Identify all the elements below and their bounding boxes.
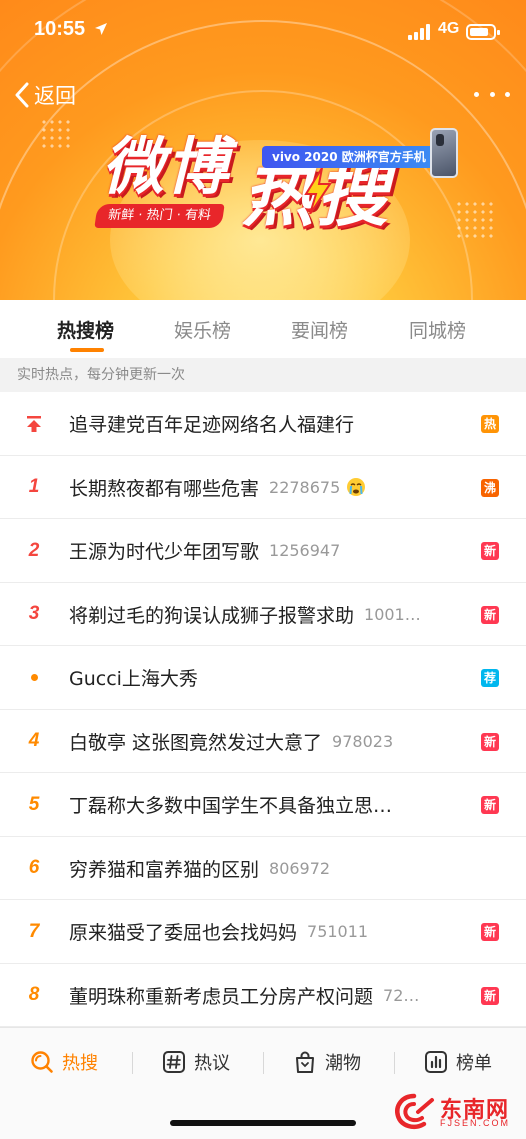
search-icon bbox=[31, 1051, 53, 1073]
tab-local[interactable]: 同城榜 bbox=[409, 316, 466, 343]
list-item[interactable]: 7 原来猫受了委屈也会找妈妈 751011 新 bbox=[0, 900, 526, 964]
item-title: 王源为时代少年团写歌 bbox=[69, 541, 260, 563]
bottom-tab-label: 热搜 bbox=[62, 1053, 98, 1074]
list-item[interactable]: 5 丁磊称大多数中国学生不具备独立思… 新 bbox=[0, 773, 526, 837]
list-item[interactable]: Gucci上海大秀 荐 bbox=[0, 646, 526, 710]
bottom-tab-rankings[interactable]: 榜单 bbox=[424, 1048, 492, 1076]
item-count: 72… bbox=[383, 985, 420, 1005]
divider bbox=[132, 1052, 133, 1074]
status-bar: 10:55 4G bbox=[0, 18, 526, 48]
hot-badge: 热 bbox=[481, 415, 499, 433]
active-tab-indicator bbox=[70, 348, 104, 352]
item-title: 追寻建党百年足迹网络名人福建行 bbox=[69, 414, 355, 436]
item-count: 1001… bbox=[364, 604, 421, 624]
banner-dot-pattern bbox=[40, 118, 72, 150]
recommend-dot-icon bbox=[30, 674, 38, 681]
list-item[interactable]: 3 将剃过毛的狗误认成狮子报警求助 1001… 新 bbox=[0, 583, 526, 646]
list-item[interactable]: 追寻建党百年足迹网络名人福建行 热 bbox=[0, 392, 526, 456]
banner-tagline: 新鲜 · 热门 · 有料 bbox=[94, 204, 225, 228]
logo-text-weibo: 微博 bbox=[102, 130, 231, 203]
more-options-button[interactable] bbox=[474, 84, 510, 104]
fjsen-watermark: 东南网 FJSEN.COM bbox=[388, 1088, 522, 1136]
recommend-badge: 荐 bbox=[481, 669, 499, 687]
item-count: 978023 bbox=[332, 731, 394, 751]
divider bbox=[263, 1052, 264, 1074]
item-count: 2278675 bbox=[269, 477, 341, 497]
new-badge: 新 bbox=[481, 796, 499, 814]
item-rank: 5 bbox=[28, 793, 40, 815]
item-rank: 1 bbox=[28, 476, 40, 497]
item-title: Gucci上海大秀 bbox=[69, 668, 198, 690]
list-item[interactable]: 2 王源为时代少年团写歌 1256947 新 bbox=[0, 519, 526, 583]
update-notice: 实时热点，每分钟更新一次 bbox=[0, 358, 526, 392]
tab-news[interactable]: 要闻榜 bbox=[291, 316, 348, 343]
item-title: 原来猫受了委屈也会找妈妈 bbox=[69, 922, 298, 944]
item-title: 董明珠称重新考虑员工分房产权问题 bbox=[69, 985, 374, 1008]
item-rank: 3 bbox=[28, 603, 40, 624]
hashtag-icon bbox=[163, 1051, 185, 1073]
list-item[interactable]: 8 董明珠称重新考虑员工分房产权问题 72… 新 bbox=[0, 964, 526, 1027]
pinned-rank bbox=[20, 392, 48, 455]
item-rank: 6 bbox=[28, 857, 40, 878]
chevron-left-icon bbox=[15, 82, 29, 108]
more-dot bbox=[505, 91, 510, 97]
pin-top-icon bbox=[27, 415, 41, 432]
hot-search-banner: 10:55 4G 返回 微博 热搜 新鲜 · 热门 · 有料 vivo 2020… bbox=[0, 0, 526, 300]
new-badge: 新 bbox=[481, 732, 499, 751]
tab-entertainment[interactable]: 娱乐榜 bbox=[174, 316, 231, 343]
ranking-tabs: 热搜榜 娱乐榜 要闻榜 同城榜 bbox=[0, 300, 526, 358]
divider bbox=[394, 1052, 395, 1074]
item-title: 白敬亭 这张图竟然发过大意了 bbox=[69, 731, 323, 754]
item-rank: 4 bbox=[28, 730, 40, 751]
fjsen-logo-icon bbox=[395, 1093, 434, 1129]
location-arrow-icon bbox=[95, 23, 107, 35]
item-rank: 2 bbox=[28, 539, 40, 561]
item-title: 穷养猫和富养猫的区别 bbox=[69, 858, 260, 881]
more-dot bbox=[489, 91, 495, 97]
list-item[interactable]: 1 长期熬夜都有哪些危害 2278675 沸 bbox=[0, 456, 526, 519]
back-button[interactable]: 返回 bbox=[14, 80, 76, 110]
chart-icon bbox=[425, 1051, 447, 1073]
sponsor-badge: vivo 2020 欧洲杯官方手机 bbox=[262, 146, 436, 168]
bottom-tab-label: 榜单 bbox=[456, 1053, 492, 1074]
list-item[interactable]: 4 白敬亭 这张图竟然发过大意了 978023 新 bbox=[0, 710, 526, 773]
hot-search-list: 追寻建党百年足迹网络名人福建行 热 1 长期熬夜都有哪些危害 2278675 沸 bbox=[0, 392, 526, 1027]
list-item[interactable]: 6 穷养猫和富养猫的区别 806972 bbox=[0, 837, 526, 900]
tab-hot-search[interactable]: 热搜榜 bbox=[57, 316, 114, 343]
item-rank bbox=[20, 646, 48, 709]
new-badge: 新 bbox=[481, 605, 499, 624]
item-title: 将剃过毛的狗误认成狮子报警求助 bbox=[69, 604, 355, 627]
weibo-hot-search-logo: 微博 热搜 新鲜 · 热门 · 有料 vivo 2020 欧洲杯官方手机 bbox=[92, 128, 462, 248]
item-count: 1256947 bbox=[269, 541, 341, 560]
bottom-tab-hot-search[interactable]: 热搜 bbox=[30, 1048, 98, 1076]
new-badge: 新 bbox=[481, 923, 499, 941]
more-dot bbox=[474, 91, 479, 97]
item-count: 806972 bbox=[269, 858, 331, 878]
status-time: 10:55 bbox=[34, 18, 86, 40]
new-badge: 新 bbox=[481, 542, 499, 560]
bottom-tab-trend-items[interactable]: 潮物 bbox=[293, 1048, 361, 1076]
watermark-url: FJSEN.COM bbox=[440, 1118, 511, 1128]
item-rank: 7 bbox=[28, 920, 40, 942]
bottom-tab-label: 热议 bbox=[194, 1053, 230, 1074]
bottom-tab-label: 潮物 bbox=[325, 1053, 361, 1074]
new-badge: 新 bbox=[481, 986, 499, 1005]
network-type: 4G bbox=[438, 20, 460, 37]
battery-icon bbox=[466, 24, 500, 40]
item-count: 751011 bbox=[307, 922, 369, 941]
signal-icon bbox=[408, 24, 430, 40]
shopping-bag-icon bbox=[296, 1051, 314, 1073]
home-indicator bbox=[170, 1120, 356, 1126]
boiling-badge: 沸 bbox=[481, 478, 499, 497]
bottom-tab-discussion[interactable]: 热议 bbox=[162, 1048, 230, 1076]
back-label: 返回 bbox=[34, 84, 76, 108]
item-rank: 8 bbox=[28, 984, 40, 1005]
phone-image bbox=[430, 128, 458, 178]
item-title: 丁磊称大多数中国学生不具备独立思… bbox=[69, 795, 393, 817]
crying-face-icon bbox=[346, 477, 366, 497]
lightning-bolt-icon bbox=[304, 168, 332, 214]
item-title: 长期熬夜都有哪些危害 bbox=[69, 477, 260, 500]
